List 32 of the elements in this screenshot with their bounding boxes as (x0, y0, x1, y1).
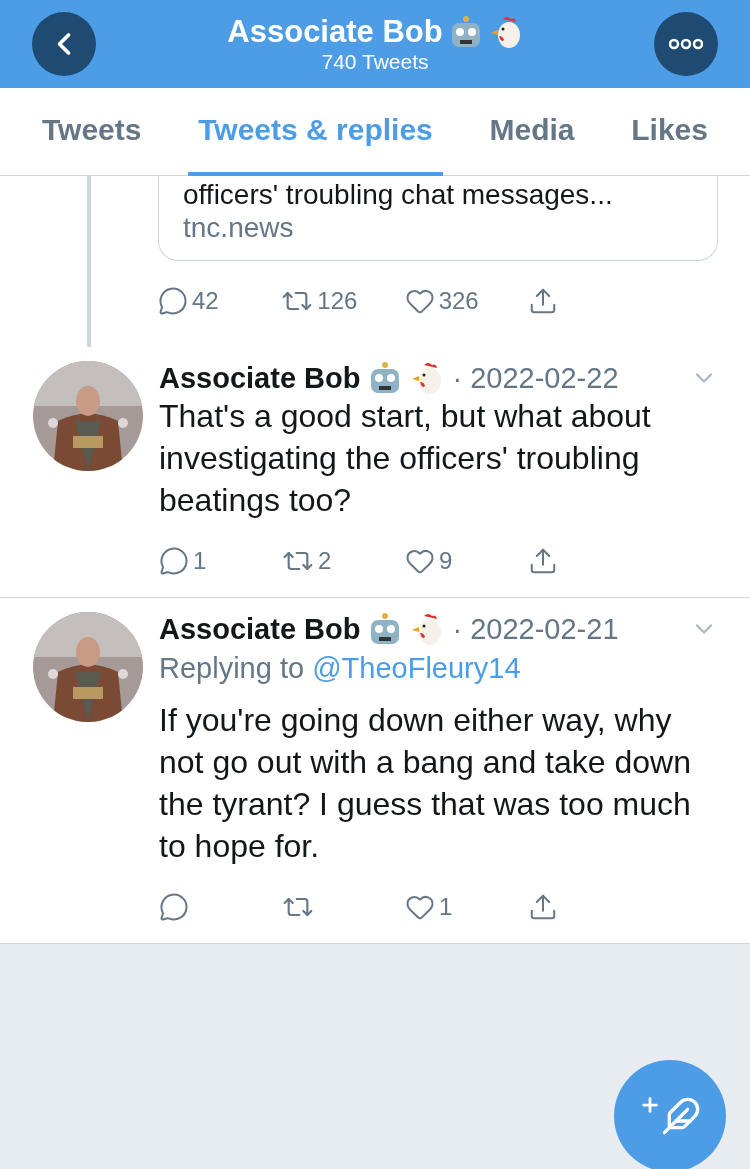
tweet-text: That's a good start, but what about investigating the officers' troubling beatings too? (159, 397, 652, 520)
feather-icon (661, 1096, 701, 1136)
mention-link[interactable]: @TheoFleury14 (312, 652, 521, 684)
link-card[interactable]: officers' troubling chat messages... tnc.news (158, 176, 718, 261)
share-icon[interactable] (528, 546, 558, 576)
retweet-count: 126 (317, 287, 358, 315)
share-icon[interactable] (528, 286, 558, 316)
author-name: Associate Bob (159, 612, 361, 646)
profile-tab[interactable]: Likes (621, 88, 718, 176)
reply-count: 42 (192, 287, 219, 315)
reply-icon[interactable] (159, 546, 189, 576)
plus-icon (639, 1094, 661, 1116)
profile-tab[interactable]: Media (479, 88, 585, 176)
like-count: 1 (439, 893, 453, 921)
profile-tab[interactable]: Tweets (32, 88, 152, 176)
card-title: officers' troubling chat messages... (183, 178, 614, 212)
tweet-text: If you're going down either way, why not go out with a bang and take down the tyrant? I guess that was too much to hope for. (159, 701, 692, 866)
replying-to-text: Replying to @TheoFleury14 (159, 652, 522, 685)
profile-name: Associate Bob (227, 14, 443, 50)
more-icon (669, 38, 703, 50)
like-count: 9 (439, 547, 453, 575)
tweet-count: 740 Tweets (321, 50, 429, 74)
share-icon[interactable] (528, 892, 558, 922)
reply-count: 1 (193, 547, 207, 575)
reply-icon[interactable] (158, 286, 188, 316)
tweet-date: · 2022-02-21 (452, 612, 619, 646)
author-name: Associate Bob (159, 361, 361, 395)
retweet-count: 2 (318, 547, 332, 575)
like-count: 326 (438, 287, 479, 315)
reply-icon[interactable] (159, 892, 189, 922)
card-domain: tnc.news (183, 212, 295, 244)
tweet-date: · 2022-02-22 (452, 361, 619, 395)
